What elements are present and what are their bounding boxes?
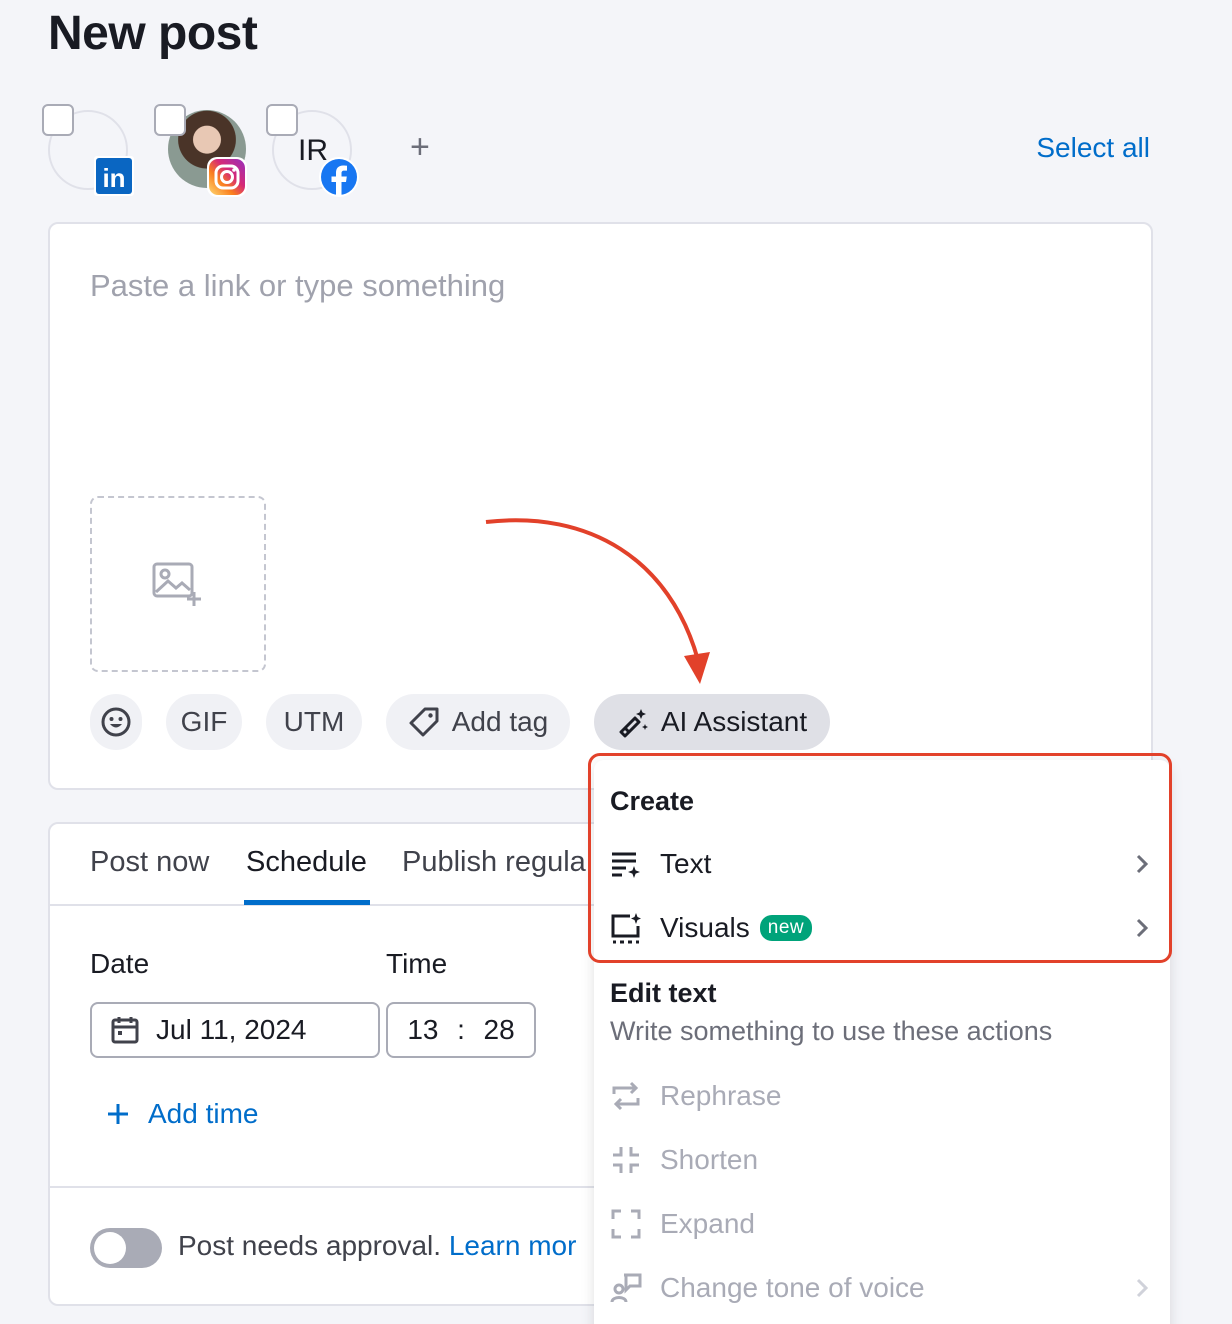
chevron-right-icon bbox=[1136, 1278, 1149, 1298]
svg-text:in: in bbox=[102, 163, 125, 193]
rephrase-icon bbox=[612, 1081, 640, 1111]
time-label: Time bbox=[386, 948, 448, 979]
instagram-icon bbox=[206, 156, 247, 197]
menu-item-shorten[interactable]: Shorten bbox=[610, 1138, 1150, 1182]
approval-toggle[interactable] bbox=[90, 1228, 162, 1268]
edit-text-hint: Write something to use these actions bbox=[610, 1016, 1053, 1046]
menu-item-label: Change tone of voice bbox=[660, 1272, 925, 1303]
account-instagram[interactable] bbox=[154, 104, 247, 197]
facebook-icon bbox=[318, 156, 359, 197]
post-text-input[interactable]: Paste a link or type something bbox=[90, 268, 505, 304]
utm-button[interactable]: UTM bbox=[266, 694, 362, 750]
menu-item-rephrase[interactable]: Rephrase bbox=[610, 1074, 1150, 1118]
menu-item-label: Shorten bbox=[660, 1144, 759, 1175]
menu-item-label: Expand bbox=[660, 1208, 755, 1239]
ai-assistant-menu: Create Text Visuals new Edit text Write … bbox=[594, 760, 1170, 1324]
date-picker[interactable]: Jul 11, 2024 bbox=[90, 1002, 380, 1058]
add-account-button[interactable]: + bbox=[410, 130, 430, 164]
menu-item-visuals[interactable]: Visuals new bbox=[610, 906, 1150, 950]
menu-item-label: Rephrase bbox=[660, 1080, 782, 1111]
edit-text-heading: Edit text bbox=[610, 978, 717, 1008]
text-sparkle-icon bbox=[612, 852, 640, 878]
tab-post-now[interactable]: Post now bbox=[90, 846, 209, 879]
voice-tone-icon bbox=[610, 1273, 642, 1303]
chevron-right-icon bbox=[1136, 918, 1149, 938]
annotation-arrow bbox=[485, 518, 710, 684]
select-all-link[interactable]: Select all bbox=[1036, 132, 1150, 164]
active-tab-indicator bbox=[244, 900, 370, 905]
expand-icon bbox=[611, 1209, 641, 1239]
menu-item-label: Visuals bbox=[660, 912, 750, 943]
page-title: New post bbox=[48, 7, 258, 60]
account-facebook[interactable]: IR bbox=[266, 104, 359, 197]
date-value: Jul 11, 2024 bbox=[156, 1014, 307, 1045]
linkedin-icon: in bbox=[94, 156, 134, 196]
magic-wand-icon bbox=[619, 709, 648, 738]
visuals-sparkle-icon bbox=[611, 913, 641, 944]
chevron-right-icon bbox=[1136, 854, 1149, 874]
account-linkedin[interactable]: in bbox=[42, 104, 134, 196]
menu-item-text[interactable]: Text bbox=[610, 842, 1150, 886]
add-time-label: Add time bbox=[148, 1098, 259, 1129]
time-hour[interactable]: 13 bbox=[407, 1014, 438, 1046]
ai-assistant-button[interactable]: AI Assistant bbox=[594, 694, 830, 750]
time-separator: : bbox=[457, 1014, 465, 1045]
date-label: Date bbox=[90, 948, 150, 979]
new-badge: new bbox=[759, 915, 813, 941]
emoji-icon bbox=[101, 707, 131, 737]
add-media-button[interactable] bbox=[90, 496, 266, 672]
time-minute[interactable]: 28 bbox=[484, 1014, 515, 1046]
create-heading: Create bbox=[610, 786, 695, 816]
emoji-button[interactable] bbox=[90, 694, 142, 750]
tab-publish-regularly[interactable]: Publish regula bbox=[402, 846, 586, 879]
learn-more-link[interactable]: Learn mor bbox=[449, 1230, 577, 1261]
toggle-knob bbox=[94, 1232, 126, 1264]
account-checkbox[interactable] bbox=[42, 104, 74, 136]
time-picker[interactable]: 13 : 28 bbox=[386, 1002, 536, 1058]
add-time-button[interactable]: Add time bbox=[106, 1098, 259, 1130]
ai-assistant-label: AI Assistant bbox=[660, 706, 808, 737]
account-checkbox[interactable] bbox=[266, 104, 298, 136]
menu-item-expand[interactable]: Expand bbox=[610, 1202, 1150, 1246]
tab-schedule[interactable]: Schedule bbox=[246, 846, 367, 879]
add-tag-button[interactable]: Add tag bbox=[386, 694, 570, 750]
calendar-icon bbox=[111, 1017, 139, 1044]
tag-icon bbox=[409, 707, 439, 737]
approval-label: Post needs approval. bbox=[178, 1230, 442, 1261]
image-add-icon bbox=[152, 562, 201, 606]
gif-button[interactable]: GIF bbox=[166, 694, 242, 750]
account-checkbox[interactable] bbox=[154, 104, 186, 136]
menu-item-label: Text bbox=[660, 848, 712, 879]
shorten-icon bbox=[613, 1147, 639, 1173]
menu-item-change-tone[interactable]: Change tone of voice bbox=[610, 1266, 1150, 1310]
add-tag-label: Add tag bbox=[451, 706, 549, 737]
plus-icon bbox=[108, 1104, 128, 1124]
approval-text: Post needs approval. Learn mor bbox=[178, 1230, 576, 1262]
